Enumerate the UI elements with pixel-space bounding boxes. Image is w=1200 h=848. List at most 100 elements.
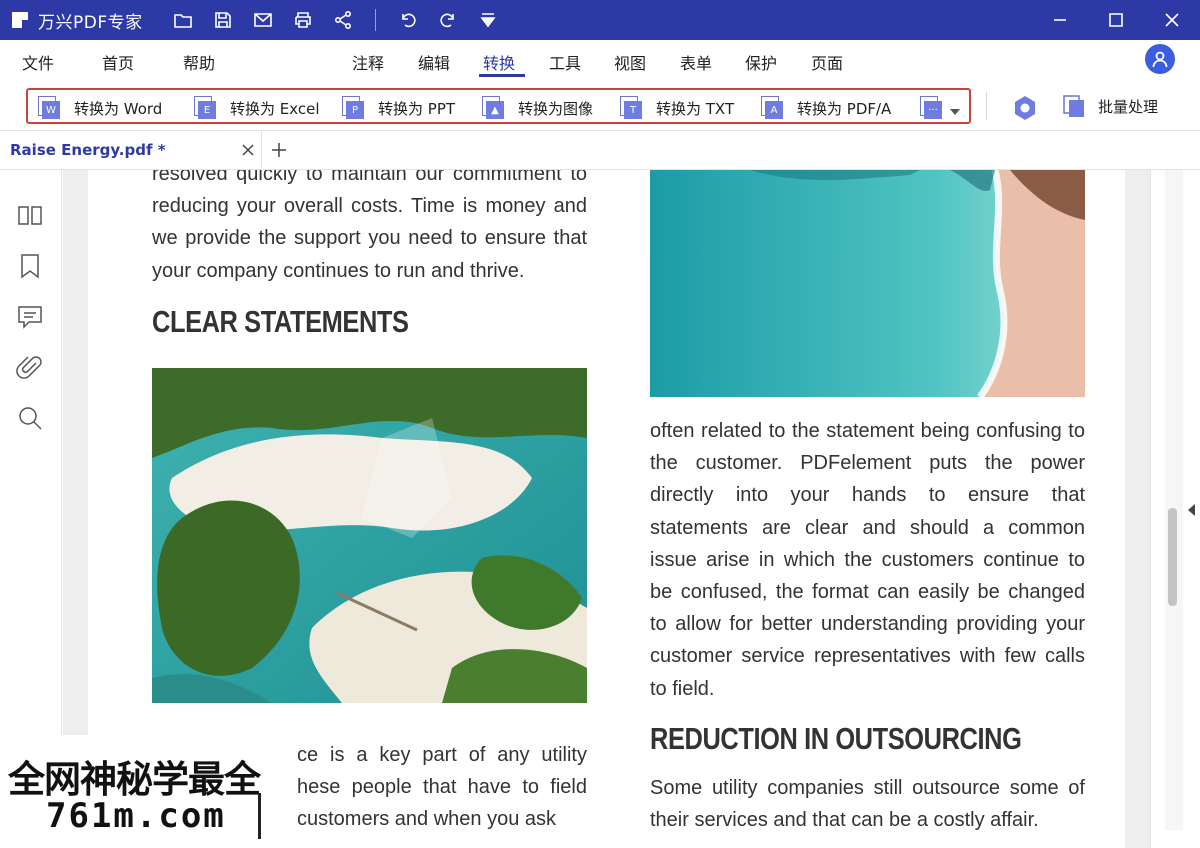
- customize-toolbar-button[interactable]: [472, 4, 504, 36]
- email-button[interactable]: [247, 4, 279, 36]
- settings-button[interactable]: [1011, 94, 1039, 122]
- new-tab-button[interactable]: [270, 141, 288, 159]
- convert-to-pdfa-label: 转换为 PDF/A: [797, 99, 892, 118]
- ribbon-divider: [986, 92, 987, 120]
- more-dropdown-arrow-icon[interactable]: [950, 109, 960, 115]
- save-icon: [214, 12, 231, 28]
- document-tab[interactable]: Raise Energy.pdf *: [0, 131, 262, 169]
- convert-to-txt-button[interactable]: T 转换为 TXT: [620, 96, 734, 120]
- scrollbar-thumb[interactable]: [1168, 508, 1177, 606]
- paperclip-icon: [16, 356, 42, 379]
- heading-clear-statements: CLEAR STATEMENTS: [152, 304, 409, 339]
- plus-icon: [272, 143, 286, 157]
- printer-icon: [294, 12, 311, 28]
- ppt-file-icon: P: [342, 96, 364, 120]
- close-tab-button[interactable]: [240, 142, 256, 158]
- menu-convert[interactable]: 转换: [483, 50, 515, 74]
- document-tab-label: Raise Energy.pdf *: [10, 141, 166, 159]
- minimize-button[interactable]: [1032, 0, 1088, 40]
- redo-button[interactable]: [432, 4, 464, 36]
- word-file-icon: W: [38, 96, 60, 120]
- convert-to-excel-label: 转换为 Excel: [230, 99, 320, 118]
- undo-button[interactable]: [392, 4, 424, 36]
- bookmarks-button[interactable]: [16, 252, 44, 280]
- menu-home[interactable]: 首页: [102, 50, 134, 74]
- batch-process-label: 批量处理: [1098, 97, 1159, 116]
- right-bottom-paragraph: Some utility companies still outsource s…: [650, 777, 1085, 832]
- close-icon: [242, 144, 254, 156]
- open-folder-button[interactable]: [167, 4, 199, 36]
- comment-icon: [18, 306, 42, 329]
- close-icon: [1165, 13, 1179, 27]
- search-icon: [19, 407, 42, 430]
- redo-icon: [439, 13, 454, 28]
- convert-ribbon: W 转换为 Word E 转换为 Excel P 转换为 PPT ▲ 转换为图像…: [0, 82, 1200, 130]
- heading-reduction-outsourcing: REDUCTION IN OUTSOURCING: [650, 721, 1022, 756]
- save-button[interactable]: [207, 4, 239, 36]
- batch-files-icon: [1063, 95, 1084, 117]
- close-button[interactable]: [1144, 0, 1200, 40]
- bookmark-icon: [21, 254, 39, 279]
- search-button[interactable]: [16, 404, 44, 432]
- convert-to-word-label: 转换为 Word: [74, 99, 163, 118]
- title-bar: 万兴PDF专家: [0, 0, 1200, 40]
- beach-aerial-photo: [650, 170, 1085, 397]
- window-controls: [1032, 0, 1200, 40]
- image-file-icon: ▲: [482, 96, 504, 120]
- folder-icon: [173, 14, 192, 28]
- convert-button-group: W 转换为 Word E 转换为 Excel P 转换为 PPT ▲ 转换为图像…: [26, 88, 971, 124]
- collapse-right-panel-icon[interactable]: [1188, 504, 1195, 516]
- watermark-line1: 全网神秘学最全: [8, 758, 261, 801]
- menu-comment[interactable]: 注释: [352, 50, 384, 74]
- vertical-scrollbar[interactable]: [1165, 170, 1183, 830]
- share-icon: [334, 10, 351, 30]
- print-button[interactable]: [287, 4, 319, 36]
- menu-protect[interactable]: 保护: [745, 50, 777, 74]
- convert-to-ppt-label: 转换为 PPT: [378, 99, 456, 118]
- maximize-button[interactable]: [1088, 0, 1144, 40]
- share-button[interactable]: [327, 4, 359, 36]
- left-top-paragraph: resolved quickly to maintain our commitm…: [152, 170, 587, 282]
- batch-process-button[interactable]: 批量处理: [1062, 94, 1158, 118]
- document-tab-bar: Raise Energy.pdf *: [0, 130, 1200, 170]
- txt-file-icon: T: [620, 96, 642, 120]
- toolbar-divider: [374, 9, 376, 31]
- menu-tools[interactable]: 工具: [549, 50, 581, 74]
- convert-to-image-button[interactable]: ▲ 转换为图像: [482, 96, 593, 120]
- mail-icon: [253, 13, 272, 27]
- excel-file-icon: E: [194, 96, 216, 120]
- more-convert-options-button[interactable]: ···: [920, 96, 956, 120]
- watermark-line2: 761m.com: [46, 796, 226, 836]
- thumbnails-button[interactable]: [16, 202, 44, 230]
- convert-to-word-button[interactable]: W 转换为 Word: [38, 96, 162, 120]
- menu-edit[interactable]: 编辑: [418, 50, 450, 74]
- island-aerial-photo: [152, 368, 587, 703]
- user-avatar-button[interactable]: [1145, 44, 1175, 74]
- menu-view[interactable]: 视图: [614, 50, 646, 74]
- convert-to-ppt-button[interactable]: P 转换为 PPT: [342, 96, 455, 120]
- menu-page[interactable]: 页面: [811, 50, 843, 74]
- convert-to-excel-button[interactable]: E 转换为 Excel: [194, 96, 320, 120]
- convert-to-image-label: 转换为图像: [518, 99, 594, 118]
- attachments-button[interactable]: [16, 354, 44, 382]
- more-file-icon: ···: [920, 96, 942, 120]
- pdfa-file-icon: A: [761, 96, 783, 120]
- left-bottom-paragraph: ce is a key part of any utility hese peo…: [297, 744, 587, 831]
- minimize-icon: [1054, 19, 1066, 21]
- convert-to-txt-label: 转换为 TXT: [656, 99, 735, 118]
- settings-hexagon-icon: [1015, 96, 1035, 120]
- comments-button[interactable]: [16, 303, 44, 331]
- watermark-bar: [258, 793, 261, 839]
- app-logo-icon: [12, 12, 28, 28]
- menu-file[interactable]: 文件: [22, 50, 54, 74]
- menu-form[interactable]: 表单: [680, 50, 712, 74]
- menu-bar: 文件 首页 帮助 注释 编辑 转换 工具 视图 表单 保护 页面: [0, 40, 1200, 82]
- user-icon: [1152, 51, 1168, 68]
- undo-icon: [401, 13, 416, 28]
- menu-help[interactable]: 帮助: [183, 50, 215, 74]
- thumbnails-icon: [18, 206, 42, 225]
- convert-to-pdfa-button[interactable]: A 转换为 PDF/A: [761, 96, 891, 120]
- active-tab-indicator: [479, 74, 525, 77]
- watermark: 全网神秘学最全 761m.com: [0, 735, 298, 848]
- quick-access-toolbar: [167, 4, 504, 36]
